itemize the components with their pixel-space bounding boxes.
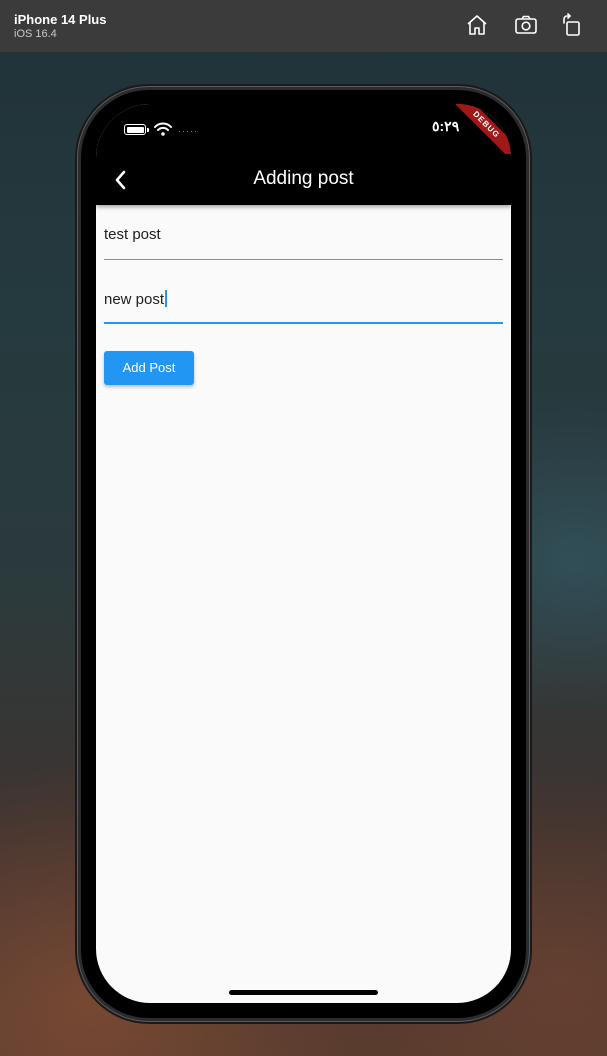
- app-bar: Adding post: [96, 154, 511, 205]
- screenshot-icon[interactable]: [514, 13, 538, 37]
- status-time: ٥:٢٩: [432, 118, 460, 134]
- rotate-icon[interactable]: [560, 13, 584, 37]
- post-title-field[interactable]: test post: [104, 214, 503, 260]
- home-icon[interactable]: [465, 13, 489, 37]
- phone-screen: ····· ٥:٢٩ DEBUG Adding post test post n…: [96, 104, 511, 1003]
- home-indicator[interactable]: [229, 990, 378, 995]
- add-post-button[interactable]: Add Post: [104, 351, 194, 385]
- status-bar: ····· ٥:٢٩ DEBUG: [96, 104, 511, 169]
- simulator-toolbar: iPhone 14 Plus iOS 16.4: [0, 0, 607, 52]
- battery-icon: [124, 124, 149, 135]
- page-title: Adding post: [253, 168, 354, 189]
- os-version: iOS 16.4: [14, 28, 57, 40]
- signal-indicator: ·····: [178, 126, 198, 136]
- post-body-value: new post: [104, 291, 165, 308]
- text-cursor: [165, 290, 168, 307]
- post-title-value: test post: [104, 226, 161, 243]
- wifi-icon: [154, 122, 172, 136]
- post-body-field[interactable]: new post: [104, 278, 503, 324]
- device-name: iPhone 14 Plus: [14, 12, 107, 27]
